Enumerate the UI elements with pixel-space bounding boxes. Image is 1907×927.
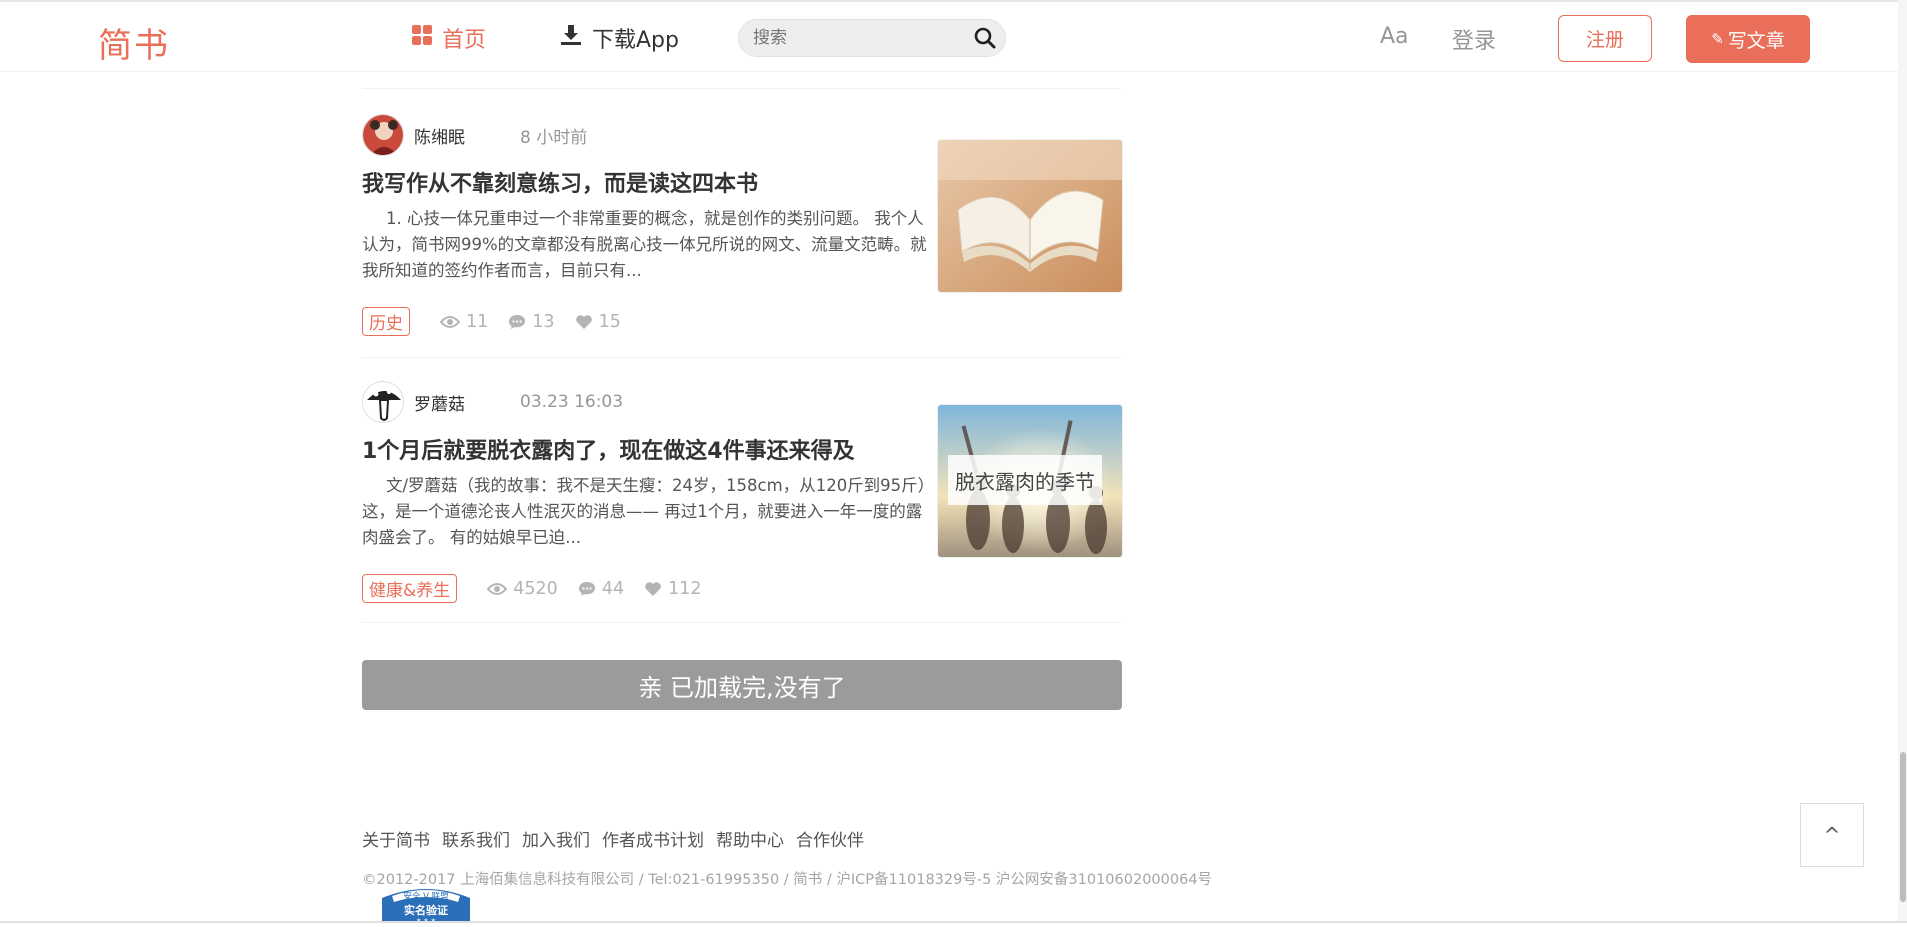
copyright-text: ©2012-2017 上海佰集信息科技有限公司 / Tel:021-619953… — [362, 872, 1213, 888]
collection-tag[interactable]: 历史 — [362, 307, 410, 336]
author-name[interactable]: 陈缃眠 — [414, 123, 520, 148]
badge-line1: 安全 V 联盟 — [403, 891, 449, 902]
article-footer: 历史 11 13 15 — [362, 307, 641, 336]
comments-count: 44 — [601, 578, 625, 599]
article-abstract: 1. 心技一体兄重申过一个非常重要的概念，就是创作的类别问题。 我个人认为，简书… — [362, 209, 927, 280]
grid-icon — [412, 25, 432, 51]
top-navbar: 简书 首页 下载App Aa 登录 注册 ✎ 写文章 — [0, 0, 1907, 72]
footer-link-contact[interactable]: 联系我们 — [442, 826, 510, 851]
footer-link-help[interactable]: 帮助中心 — [716, 826, 784, 851]
article-thumbnail[interactable] — [937, 139, 1123, 293]
likes-count: 15 — [598, 311, 621, 332]
caret-up-icon: ^ — [1823, 823, 1841, 847]
views-count: 4520 — [513, 578, 558, 599]
article-abstract: 文/罗蘑菇（我的故事：我不是天生瘦：24岁，158cm，从120斤到95斤）这，… — [362, 476, 926, 547]
views-stat[interactable]: 11 — [440, 312, 488, 332]
article-title[interactable]: 我写作从不靠刻意练习，而是读这四本书 — [362, 166, 758, 198]
security-badge[interactable]: 安全 V 联盟 实名验证 ★ ★ ★ — [378, 884, 474, 924]
likes-count: 112 — [668, 578, 702, 599]
views-count: 11 — [466, 311, 489, 332]
logo[interactable]: 简书 — [98, 18, 170, 67]
author-name[interactable]: 罗蘑菇 — [414, 390, 520, 415]
nav-app-label: 下载App — [592, 28, 679, 53]
nav-home-label: 首页 — [442, 28, 487, 53]
back-to-top-button[interactable]: ^ — [1800, 803, 1864, 867]
nav-download-app[interactable]: 下载App — [560, 22, 679, 54]
article-title[interactable]: 1个月后就要脱衣露肉了，现在做这4件事还来得及 — [362, 433, 855, 465]
write-label: 写文章 — [1727, 29, 1785, 52]
badge-line2: 实名验证 — [404, 903, 448, 917]
comment-icon — [509, 314, 526, 329]
collection-tag[interactable]: 健康&养生 — [362, 574, 458, 603]
write-article-button[interactable]: ✎ 写文章 — [1686, 15, 1810, 63]
font-size-toggle[interactable]: Aa — [1380, 24, 1409, 49]
load-more-button[interactable]: 亲 已加载完,没有了 — [362, 660, 1122, 710]
comment-icon — [578, 581, 595, 596]
publish-time: 8 小时前 — [520, 127, 588, 148]
search-box — [738, 19, 1006, 57]
footer-link-partners[interactable]: 合作伙伴 — [796, 826, 864, 851]
footer-link-join[interactable]: 加入我们 — [522, 826, 590, 851]
footer-link-about[interactable]: 关于简书 — [362, 826, 430, 851]
search-input[interactable] — [739, 20, 953, 56]
article-meta: 陈缃眠 8 小时前 — [362, 113, 587, 157]
nav-home[interactable]: 首页 — [412, 22, 486, 54]
likes-stat[interactable]: 15 — [575, 312, 621, 332]
views-stat[interactable]: 4520 — [487, 579, 558, 599]
publish-time: 03.23 16:03 — [520, 392, 624, 412]
article-meta: 罗蘑菇 03.23 16:03 — [362, 380, 623, 424]
footer-link-book-plan[interactable]: 作者成书计划 — [602, 826, 704, 851]
heart-icon — [645, 581, 661, 596]
heart-icon — [575, 314, 592, 329]
eye-icon — [487, 582, 508, 595]
eye-icon — [440, 315, 460, 328]
pen-icon: ✎ — [1711, 30, 1724, 48]
article-footer: 健康&养生 4520 44 112 — [362, 574, 722, 603]
article-item: 陈缃眠 8 小时前 我写作从不靠刻意练习，而是读这四本书 1. 心技一体兄重申过… — [362, 88, 1123, 358]
search-icon[interactable] — [973, 26, 997, 50]
avatar[interactable] — [362, 381, 404, 423]
footer-links: 关于简书 联系我们 加入我们 作者成书计划 帮助中心 合作伙伴 — [362, 826, 876, 851]
scrollbar-thumb[interactable] — [1900, 752, 1906, 902]
article-item: 罗蘑菇 03.23 16:03 1个月后就要脱衣露肉了，现在做这4件事还来得及 … — [362, 356, 1123, 623]
signup-button[interactable]: 注册 — [1558, 15, 1652, 62]
comments-stat[interactable]: 44 — [578, 579, 624, 599]
download-icon — [560, 24, 582, 52]
article-thumbnail[interactable]: 脱衣露肉的季节 — [937, 404, 1123, 558]
thumbnail-caption: 脱衣露肉的季节 — [948, 455, 1102, 505]
comments-stat[interactable]: 13 — [508, 311, 555, 332]
comments-count: 13 — [532, 311, 555, 332]
login-link[interactable]: 登录 — [1452, 23, 1496, 55]
likes-stat[interactable]: 112 — [644, 578, 702, 599]
avatar[interactable] — [362, 114, 404, 156]
